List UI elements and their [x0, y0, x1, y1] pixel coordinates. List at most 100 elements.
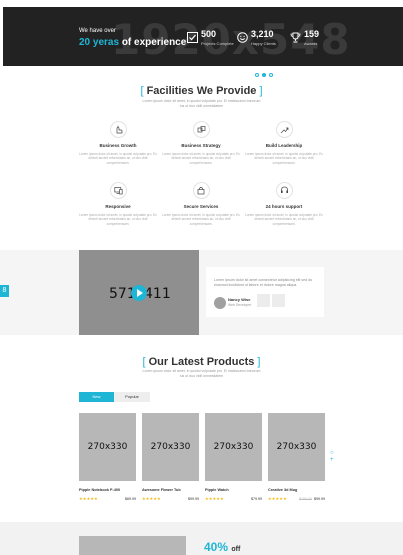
- product-name[interactable]: Awesome Flower Tub: [142, 488, 199, 492]
- facility-desc: Lorem ipsum dolor sit amet, in quodsi vu…: [79, 152, 157, 165]
- product-image[interactable]: 270x330: [268, 413, 325, 481]
- product-price: $150.00 $99.99: [299, 497, 325, 501]
- price-value: $69.99: [125, 496, 136, 501]
- stat-projects: 500 Projects Complete: [187, 29, 234, 46]
- price-value: $79.99: [251, 496, 262, 501]
- product-price: $99.99: [188, 497, 199, 501]
- product-meta: ★★★★★ $150.00 $99.99: [268, 496, 325, 501]
- facility-business-growth: Business Growth Lorem ipsum dolor sit am…: [78, 121, 158, 165]
- product-card[interactable]: 270x330 Pipple Watch ★★★★★ $79.99: [205, 413, 262, 501]
- products-title: [ Our Latest Products ]: [142, 356, 261, 368]
- stat-clients: 3,210 Happy Clients: [237, 29, 276, 46]
- facility-title: Responsive: [105, 204, 131, 209]
- tab-new[interactable]: New: [79, 392, 114, 402]
- promo-suffix: off: [231, 546, 241, 553]
- testimonial-card: Lorem ipsum dolor sit amet consectetur a…: [206, 267, 324, 317]
- star-rating: ★★★★★: [205, 496, 224, 501]
- hand-pointer-icon: [109, 121, 127, 138]
- video-testimonial-section: 571x411 Lorem ipsum dolor sit amet conse…: [0, 250, 403, 335]
- stat-label: Happy Clients: [251, 41, 276, 46]
- facility-title: Business Strategy: [181, 143, 221, 148]
- hero-intro: We have over: [79, 28, 116, 34]
- product-image[interactable]: 270x330: [79, 413, 136, 481]
- facility-title: Build Leadership: [265, 143, 303, 148]
- product-card[interactable]: 270x330 Awesome Flower Tub ★★★★★ $99.99: [142, 413, 199, 501]
- facilities-title-text: Facilities We Provide: [146, 85, 257, 97]
- star-rating: ★★★★★: [268, 496, 287, 501]
- promo-section: [0, 522, 403, 555]
- facility-desc: Lorem ipsum dolor sit amet, in quodsi vu…: [162, 213, 240, 226]
- video-placeholder: 571x411: [79, 250, 199, 335]
- facility-secure-services: Secure Services Lorem ipsum dolor sit am…: [161, 182, 241, 226]
- responsive-icon: [109, 182, 127, 199]
- facility-business-strategy: Business Strategy Lorem ipsum dolor sit …: [161, 121, 241, 165]
- checkbox-icon: [187, 30, 198, 43]
- tab-popular[interactable]: Popular: [114, 392, 150, 402]
- products-title-text: Our Latest Products: [148, 356, 255, 368]
- old-price: $150.00: [299, 496, 312, 501]
- facility-desc: Lorem ipsum dolor sit amet, in quodsi vu…: [162, 152, 240, 165]
- testimonial-thumb[interactable]: [272, 294, 285, 307]
- facility-desc: Lorem ipsum dolor sit amet, in quodsi vu…: [79, 213, 157, 226]
- stat-value: 3,210: [251, 29, 274, 39]
- product-card[interactable]: 270x330 Creative 3d Mug ★★★★★ $150.00 $99…: [268, 413, 325, 501]
- facility-responsive: Responsive Lorem ipsum dolor sit amet, i…: [78, 182, 158, 226]
- play-icon[interactable]: [131, 285, 147, 301]
- facility-desc: Lorem ipsum dolor sit amet, in quodsi vu…: [245, 152, 323, 165]
- stats-banner: 1920x548 We have over 20 yeras of experi…: [3, 7, 403, 66]
- product-price: $69.99: [125, 497, 136, 501]
- avatar: [214, 297, 226, 309]
- hero-headline-rest: of experience: [121, 37, 187, 48]
- facility-build-leadership: Build Leadership Lorem ipsum dolor sit a…: [244, 121, 324, 165]
- product-card[interactable]: 270x330 Pipple Notebook P-400 ★★★★★ $69.…: [79, 413, 136, 501]
- star-rating: ★★★★★: [79, 496, 98, 501]
- trophy-icon: [290, 30, 301, 43]
- promo-percent: 40%: [204, 540, 229, 554]
- products-subtitle: Lorem ipsum dolor sit amet, in quodsi vu…: [142, 369, 261, 378]
- testimonial-role: Web Developer: [228, 303, 252, 307]
- product-meta: ★★★★★ $69.99: [79, 496, 136, 501]
- testimonial-quote: Lorem ipsum dolor sit amet consectetur a…: [214, 278, 313, 287]
- hero-headline-accent: 20 yeras: [79, 37, 120, 48]
- carousel-dots: [255, 73, 273, 77]
- smile-icon: [237, 30, 248, 43]
- facilities-title: [ Facilities We Provide ]: [140, 85, 263, 97]
- side-settings-tab[interactable]: 8: [0, 285, 9, 297]
- stat-awards: 159 Awards: [290, 29, 319, 46]
- stat-value: 159: [304, 29, 320, 39]
- facility-title: Business Growth: [99, 143, 137, 148]
- star-rating: ★★★★★: [142, 496, 161, 501]
- stat-label: Awards: [304, 41, 318, 46]
- product-price: $79.99: [251, 497, 262, 501]
- facility-desc: Lorem ipsum dolor sit amet, in quodsi vu…: [245, 213, 323, 226]
- promo-image: [79, 536, 186, 555]
- secure-icon: [192, 182, 210, 199]
- product-name[interactable]: Pipple Notebook P-400: [79, 488, 136, 492]
- hero-headline: 20 yeras of experience: [79, 37, 186, 48]
- product-image[interactable]: 270x330: [142, 413, 199, 481]
- product-image[interactable]: 270x330: [205, 413, 262, 481]
- price-value: $99.99: [188, 496, 199, 501]
- stat-label: Projects Complete: [201, 41, 234, 46]
- product-name[interactable]: Pipple Watch: [205, 488, 262, 492]
- product-meta: ★★★★★ $79.99: [205, 496, 262, 501]
- growth-icon: [275, 121, 293, 138]
- carousel-dot[interactable]: [269, 73, 273, 77]
- testimonial-author: Nancy Wise: [228, 297, 251, 302]
- handshake-icon: [192, 121, 210, 138]
- stat-value: 500: [201, 29, 217, 39]
- product-meta: ★★★★★ $99.99: [142, 496, 199, 501]
- carousel-dot-active[interactable]: [262, 73, 266, 77]
- page: 1920x548 We have over 20 yeras of experi…: [0, 0, 403, 555]
- facility-title: Secure Services: [183, 204, 219, 209]
- carousel-dot[interactable]: [255, 73, 259, 77]
- facilities-subtitle: Lorem ipsum dolor sit amet, in quodsi vu…: [142, 99, 261, 108]
- promo-discount: 40% off: [204, 540, 240, 554]
- price-value: $99.99: [314, 496, 325, 501]
- testimonial-thumb[interactable]: [257, 294, 270, 307]
- chevron-down-icon[interactable]: +: [330, 457, 334, 463]
- facility-title: 24 hours support: [265, 204, 303, 209]
- product-name[interactable]: Creative 3d Mug: [268, 488, 325, 492]
- chevron-up-icon[interactable]: ○: [330, 450, 334, 456]
- support-icon: [275, 182, 293, 199]
